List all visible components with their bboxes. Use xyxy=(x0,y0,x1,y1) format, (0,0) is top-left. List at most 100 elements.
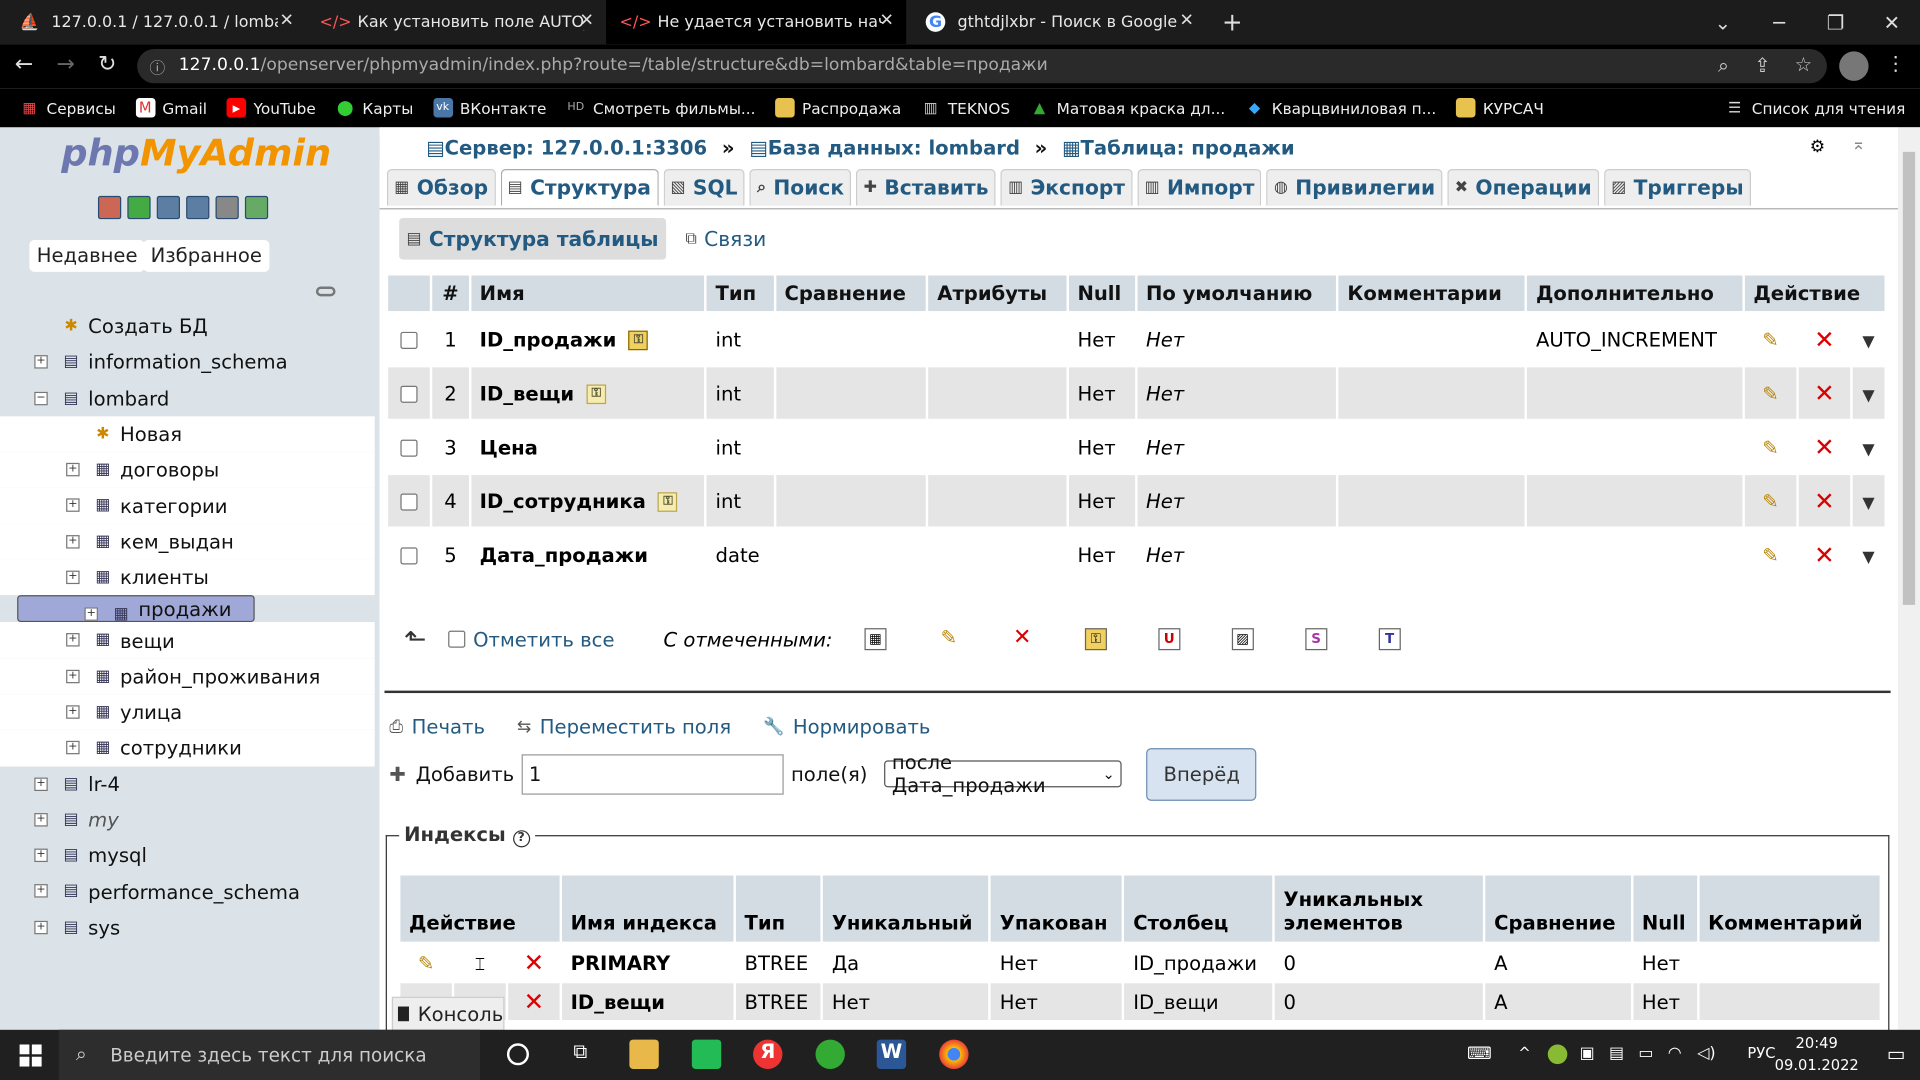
share-icon[interactable]: ⇪ xyxy=(1754,54,1770,77)
unique-selected-icon[interactable]: U xyxy=(1158,628,1181,651)
bookmark-teknos[interactable]: ▥ TEKNOS xyxy=(921,98,1010,118)
favorites-button[interactable]: Избранное xyxy=(143,240,270,272)
tree-item[interactable]: + ▤ mysql xyxy=(0,838,375,874)
zoom-icon[interactable]: ⌕ xyxy=(1718,54,1729,78)
expand-icon[interactable]: + xyxy=(34,777,48,791)
browser-tab-initial-value[interactable]: </> Не удается установить начальное знач… xyxy=(606,0,907,45)
clock[interactable]: 20:49 09.01.2022 xyxy=(1775,1032,1859,1076)
expand-icon[interactable]: + xyxy=(34,812,48,827)
cortana-icon[interactable] xyxy=(506,1043,529,1066)
bookmark-gmail[interactable]: M Gmail xyxy=(135,97,207,118)
wifi-icon[interactable]: ◠ xyxy=(1668,1044,1682,1062)
delete-x-icon[interactable]: ✕ xyxy=(1814,432,1835,461)
bookmark-vk[interactable]: vk ВКонтакте xyxy=(432,97,546,118)
tree-item[interactable]: + ▦ категории xyxy=(0,487,375,524)
home-icon[interactable] xyxy=(97,195,122,220)
tree-item[interactable]: + ▦ сотрудники xyxy=(0,730,375,766)
edit-pencil-icon[interactable]: ✎ xyxy=(1762,543,1778,566)
tab-import[interactable]: ▥ Импорт xyxy=(1137,168,1262,206)
expand-icon[interactable]: + xyxy=(34,920,48,934)
go-button[interactable]: Вперёд xyxy=(1146,747,1257,801)
expand-icon[interactable]: + xyxy=(66,570,80,585)
tab-privileges[interactable]: ◍ Привилегии xyxy=(1266,168,1443,206)
tray-icon[interactable]: ▤ xyxy=(1609,1044,1624,1062)
tree-item[interactable]: + ▦ продажи xyxy=(17,595,255,624)
close-window-icon[interactable]: ✕ xyxy=(1864,0,1920,44)
address-bar[interactable]: ⓘ 127.0.0.1/openserver/phpmyadmin/index.… xyxy=(137,48,1827,84)
more-actions-dropdown-icon[interactable]: ▼ xyxy=(1862,332,1874,350)
word-icon[interactable]: W xyxy=(876,1039,907,1069)
primary-selected-icon[interactable]: ⚿ xyxy=(1084,628,1107,651)
collapse-icon[interactable]: − xyxy=(34,391,48,405)
row-checkbox[interactable] xyxy=(400,493,418,511)
check-all-checkbox[interactable] xyxy=(448,630,466,648)
close-tab-icon[interactable]: ✕ xyxy=(580,11,594,31)
tree-item[interactable]: − ▤ lombard xyxy=(0,380,375,416)
tree-item[interactable]: + ▦ договоры xyxy=(0,452,375,488)
bookmark-movies[interactable]: HD Смотреть фильмы... xyxy=(566,98,755,118)
delete-x-icon[interactable]: ✕ xyxy=(1814,486,1835,515)
row-checkbox[interactable] xyxy=(400,331,418,349)
bookmark-services[interactable]: ▦ Сервисы xyxy=(20,98,116,118)
back-icon[interactable]: ← xyxy=(15,51,33,77)
breadcrumb-server[interactable]: Сервер: 127.0.0.1:3306 xyxy=(445,135,708,158)
edit-pencil-icon[interactable]: ✎ xyxy=(1762,328,1778,351)
file-explorer-icon[interactable] xyxy=(629,1039,659,1069)
phpmyadmin-logo[interactable]: phpMyAdmin xyxy=(61,132,331,175)
bookmark-paint[interactable]: ▲ Матовая краска дл... xyxy=(1030,98,1225,118)
edit-pencil-icon[interactable]: ✎ xyxy=(1762,381,1778,404)
windows-start-icon[interactable] xyxy=(19,1044,42,1067)
normalize-link[interactable]: 🔧 Нормировать xyxy=(763,715,931,738)
browser-tab-phpmyadmin[interactable]: ⛵ 127.0.0.1 / 127.0.0.1 / lombard / ... … xyxy=(0,0,306,44)
new-tab-icon[interactable]: + xyxy=(1222,7,1243,36)
tray-icon[interactable]: ▣ xyxy=(1580,1044,1595,1062)
more-actions-dropdown-icon[interactable]: ▼ xyxy=(1862,548,1874,566)
close-tab-icon[interactable]: ✕ xyxy=(880,11,894,31)
edit-index-icon[interactable]: ✎ xyxy=(418,951,434,974)
add-columns-count-input[interactable]: 1 xyxy=(521,753,784,795)
bookmark-vinyl[interactable]: ◆ Кварцвиниловая п... xyxy=(1245,98,1436,118)
tree-item[interactable]: ✱ Создать БД xyxy=(0,309,375,345)
row-checkbox[interactable] xyxy=(400,439,418,457)
add-position-select[interactable]: после Дата_продажи ⌄ xyxy=(884,751,1123,797)
index-selected-icon[interactable]: ▨ xyxy=(1231,628,1254,651)
edit-pencil-icon[interactable]: ✎ xyxy=(1762,435,1778,458)
more-actions-dropdown-icon[interactable]: ▼ xyxy=(1862,386,1874,404)
tree-item[interactable]: + ▦ улица xyxy=(0,694,375,731)
check-all-link[interactable]: Отметить все xyxy=(473,628,614,651)
tab-search-icon[interactable]: ⌄ xyxy=(1695,0,1751,44)
expand-icon[interactable]: + xyxy=(84,607,98,622)
tree-item[interactable]: + ▤ lr-4 xyxy=(0,766,375,802)
reading-list[interactable]: ☰ Список для чтения xyxy=(1725,98,1905,118)
delete-x-icon[interactable]: ✕ xyxy=(1814,378,1835,407)
row-checkbox[interactable] xyxy=(400,547,418,565)
drop-index-icon[interactable]: ✕ xyxy=(524,948,545,977)
more-actions-dropdown-icon[interactable]: ▼ xyxy=(1862,440,1874,458)
bookmark-coursework[interactable]: КУРСАЧ xyxy=(1455,97,1544,118)
reload-nav-icon[interactable] xyxy=(244,195,269,220)
yandex-icon[interactable]: Я xyxy=(753,1039,783,1069)
tree-item[interactable]: + ▤ information_schema xyxy=(0,344,375,380)
row-checkbox[interactable] xyxy=(400,385,418,403)
bookmark-sale[interactable]: Распродажа xyxy=(775,97,901,118)
close-tab-icon[interactable]: ✕ xyxy=(280,11,294,31)
reload-icon[interactable]: ↻ xyxy=(98,51,116,77)
main-scrollbar[interactable] xyxy=(1897,127,1920,1030)
link-icon[interactable] xyxy=(315,286,336,297)
browser-tab-google[interactable]: G gthtdjlxbr - Поиск в Google ✕ xyxy=(906,0,1206,44)
rename-index-icon[interactable]: ⌶ xyxy=(475,954,485,974)
chrome-icon[interactable] xyxy=(939,1039,969,1069)
expand-icon[interactable]: + xyxy=(66,498,80,513)
edit-selected-icon[interactable]: ✎ xyxy=(938,628,960,650)
bookmark-star-icon[interactable]: ☆ xyxy=(1795,53,1813,76)
tree-item[interactable]: + ▤ sys xyxy=(0,909,375,945)
expand-icon[interactable]: + xyxy=(66,463,80,477)
docs-icon[interactable] xyxy=(186,195,210,220)
tree-item[interactable]: + ▦ кем_выдан xyxy=(0,523,375,560)
settings-gear-icon[interactable]: ⚙ xyxy=(1810,137,1825,157)
expand-icon[interactable]: + xyxy=(66,534,80,549)
link-relations[interactable]: ⧉ Связи xyxy=(678,218,773,260)
menu-icon[interactable]: ⋮ xyxy=(1886,51,1906,74)
expand-icon[interactable]: + xyxy=(66,669,80,683)
notifications-icon[interactable]: ▭ xyxy=(1887,1042,1906,1065)
